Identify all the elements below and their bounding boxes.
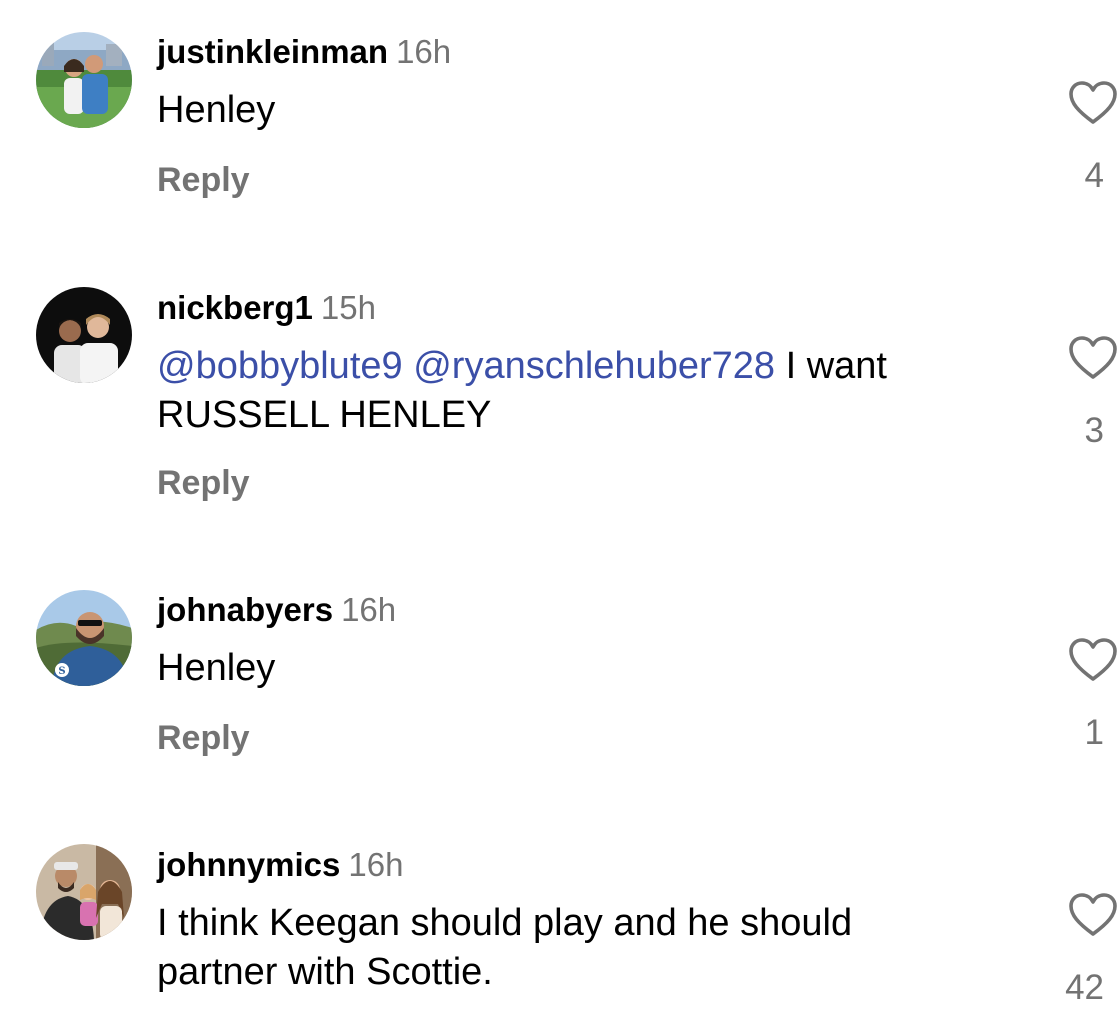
heart-outline-icon[interactable] — [1068, 892, 1118, 938]
comment-text: I think Keegan should play and he should… — [157, 902, 853, 993]
timestamp: 16h — [348, 846, 404, 883]
username[interactable]: johnnymics — [157, 846, 340, 883]
comment-header: johnnymics 16h — [157, 845, 403, 885]
comment-item: johnnymics 16h I think Keegan should play… — [0, 0, 1118, 1022]
family-selfie-avatar — [36, 844, 132, 940]
like-count: 42 — [1065, 968, 1104, 1007]
avatar[interactable] — [36, 844, 132, 940]
